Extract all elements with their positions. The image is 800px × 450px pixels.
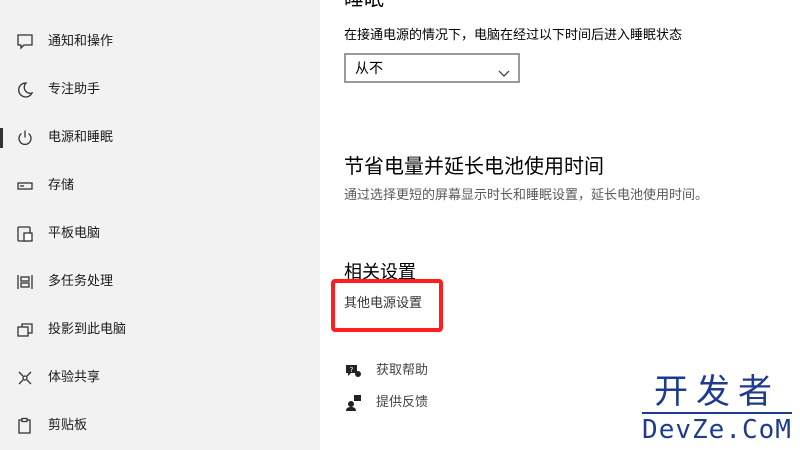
sidebar-item-power-sleep[interactable]: 电源和睡眠 — [0, 114, 320, 162]
get-help-label: 获取帮助 — [376, 363, 429, 378]
dropdown-value: 从不 — [355, 61, 383, 77]
multitasking-icon — [15, 272, 35, 292]
sidebar-item-label: 多任务处理 — [48, 274, 114, 289]
help-chat-icon: ? — [344, 362, 362, 380]
highlight-box — [331, 279, 443, 332]
sidebar-item-label: 平板电脑 — [48, 226, 101, 241]
clipboard-icon — [15, 416, 35, 436]
sidebar-item-label: 存储 — [48, 178, 75, 193]
sidebar-item-shared-experiences[interactable]: 体验共享 — [0, 354, 320, 402]
save-power-title: 节省电量并延长电池使用时间 — [344, 154, 604, 178]
sidebar-item-label: 投影到此电脑 — [48, 322, 127, 337]
svg-text:?: ? — [350, 366, 354, 374]
get-help-link[interactable]: ? 获取帮助 — [344, 361, 428, 381]
sidebar-item-clipboard[interactable]: 剪贴板 — [0, 402, 320, 450]
sleep-timeout-dropdown[interactable]: 从不 — [344, 53, 520, 83]
save-power-description: 通过选择更短的屏幕显示时长和睡眠设置，延长电池使用时间。 — [344, 188, 709, 203]
watermark-logo: 开发者 DevZe.CoM — [642, 374, 792, 444]
sidebar-item-multitasking[interactable]: 多任务处理 — [0, 258, 320, 306]
watermark-bottom: DevZe.CoM — [642, 412, 792, 444]
sleep-description: 在接通电源的情况下，电脑在经过以下时间后进入睡眠状态 — [344, 28, 683, 43]
moon-icon — [15, 80, 35, 100]
feedback-icon — [344, 394, 362, 412]
project-icon — [15, 320, 35, 340]
sidebar-item-label: 电源和睡眠 — [48, 130, 114, 145]
feedback-label: 提供反馈 — [376, 395, 429, 410]
sidebar-item-label: 剪贴板 — [48, 418, 88, 433]
sidebar-item-label: 通知和操作 — [48, 34, 114, 49]
watermark-top: 开发者 — [654, 372, 780, 412]
notification-icon — [15, 32, 35, 52]
tablet-icon — [15, 224, 35, 244]
sleep-section-heading: 睡眠 — [344, 0, 384, 8]
sidebar-item-label: 专注助手 — [48, 82, 101, 97]
storage-icon — [15, 176, 35, 196]
sidebar-item-notifications[interactable]: 通知和操作 — [0, 18, 320, 66]
shared-experiences-icon — [15, 368, 35, 388]
sidebar-item-storage[interactable]: 存储 — [0, 162, 320, 210]
feedback-link[interactable]: 提供反馈 — [344, 393, 428, 413]
sidebar-item-focus-assist[interactable]: 专注助手 — [0, 66, 320, 114]
sidebar: 通知和操作 专注助手 电源和睡眠 存储 平板电脑 多任务处理 投影到此电脑 体验… — [0, 0, 320, 450]
sidebar-item-tablet[interactable]: 平板电脑 — [0, 210, 320, 258]
power-icon — [15, 128, 35, 148]
chevron-down-icon — [498, 63, 510, 82]
sidebar-item-label: 体验共享 — [48, 370, 101, 385]
sidebar-item-project[interactable]: 投影到此电脑 — [0, 306, 320, 354]
